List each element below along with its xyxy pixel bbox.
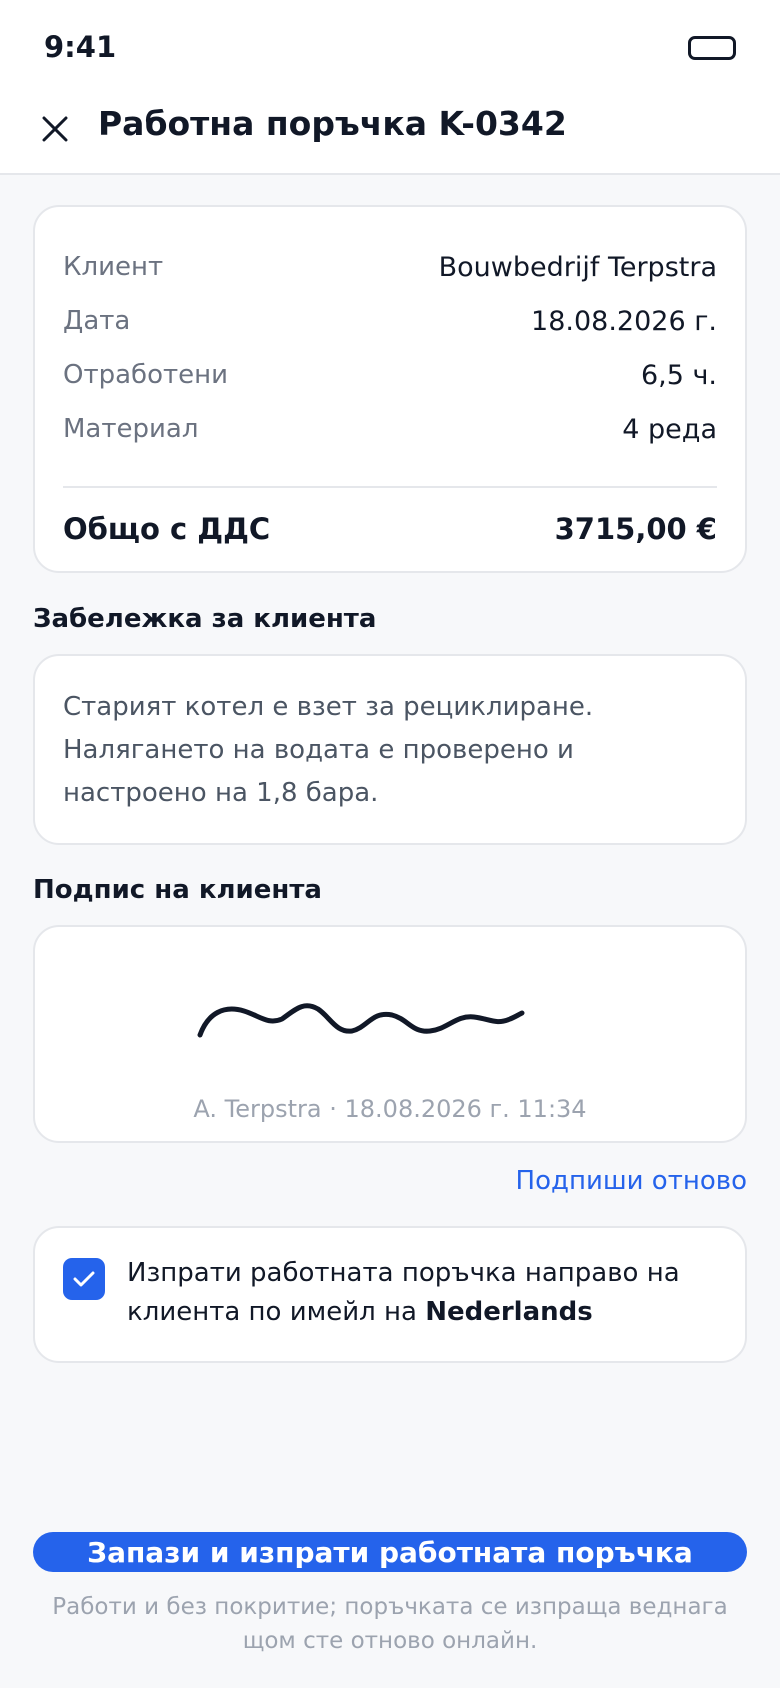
note-text: Старият котел е взет за рециклиране. Нал… (63, 692, 594, 808)
signature-section-label: Подпис на клиента (33, 875, 322, 905)
summary-row-hours: Отработени 6,5 ч. (63, 355, 717, 395)
total-label: Общо с ДДС (63, 512, 271, 546)
email-language: Nederlands (425, 1297, 593, 1327)
summary-label: Материал (63, 414, 199, 444)
summary-value: Bouwbedrijf Terpstra (438, 251, 717, 283)
status-bar: 9:41 (0, 0, 780, 92)
header: Работна поръчка K-0342 (0, 92, 780, 175)
summary-value: 6,5 ч. (640, 359, 717, 391)
battery-icon (688, 36, 736, 60)
note-card[interactable]: Старият котел е взет за рециклиране. Нал… (33, 654, 747, 845)
summary-label: Клиент (63, 252, 164, 282)
close-button[interactable] (34, 108, 76, 150)
resign-link[interactable]: Подпиши отново (516, 1166, 747, 1196)
summary-card: Клиент Bouwbedrijf Terpstra Дата 18.08.2… (33, 205, 747, 573)
note-section-label: Забележка за клиента (33, 604, 377, 634)
divider (63, 486, 717, 488)
status-time: 9:41 (44, 30, 117, 64)
email-option-card: Изпрати работната поръчка направо на кли… (33, 1226, 747, 1363)
summary-label: Дата (63, 306, 131, 336)
summary-row-client: Клиент Bouwbedrijf Terpstra (63, 247, 717, 287)
close-icon (42, 116, 68, 142)
total-value: 3715,00 € (554, 512, 717, 546)
summary-row-date: Дата 18.08.2026 г. (63, 301, 717, 341)
check-icon (73, 1271, 95, 1287)
summary-total-row: Общо с ДДС 3715,00 € (63, 509, 717, 549)
summary-value: 4 реда (622, 413, 717, 445)
signature-caption: A. Terpstra · 18.08.2026 г. 11:34 (193, 1095, 587, 1123)
save-and-send-button[interactable]: Запази и изпрати работната поръчка (33, 1532, 747, 1572)
signature-pad[interactable]: A. Terpstra · 18.08.2026 г. 11:34 (33, 925, 747, 1143)
summary-value: 18.08.2026 г. (531, 305, 717, 337)
email-option-label: Изпрати работната поръчка направо на кли… (127, 1254, 717, 1332)
email-checkbox[interactable] (63, 1258, 105, 1300)
signature-drawing (197, 1003, 525, 1038)
summary-row-material: Материал 4 реда (63, 409, 717, 449)
offline-note: Работи и без покритие; поръчката се изпр… (52, 1594, 728, 1654)
page-title: Работна поръчка K-0342 (98, 104, 567, 143)
summary-label: Отработени (63, 360, 229, 390)
email-option-text: Изпрати работната поръчка направо на кли… (127, 1258, 680, 1327)
